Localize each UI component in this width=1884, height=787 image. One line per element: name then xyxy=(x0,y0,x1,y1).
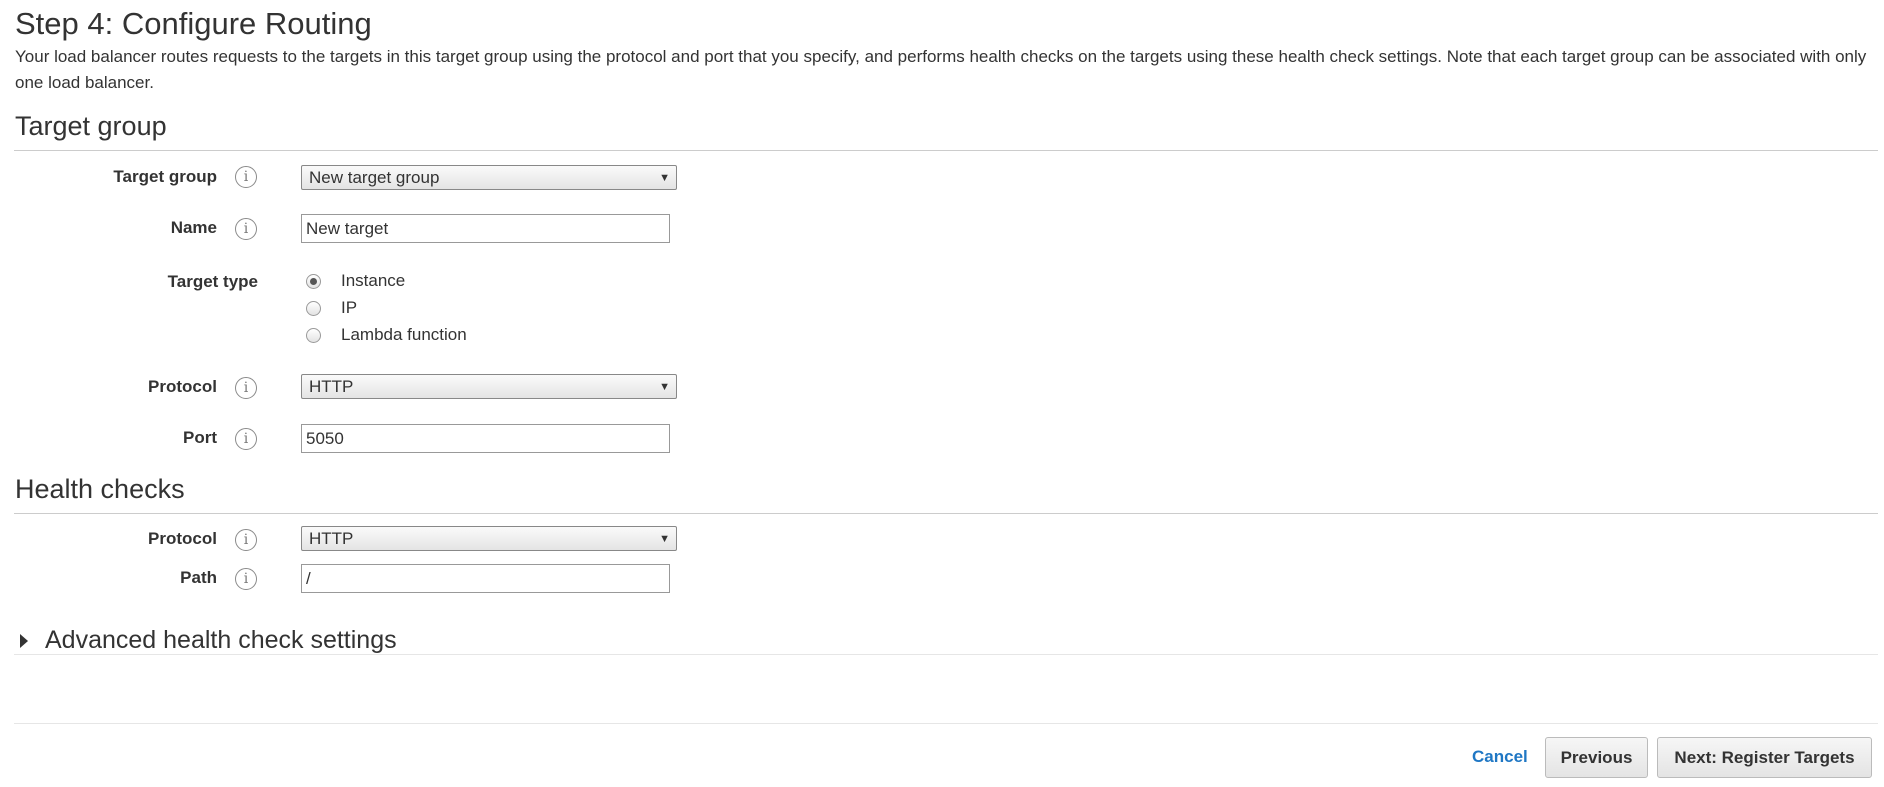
page-description: Your load balancer routes requests to th… xyxy=(15,47,1867,92)
radio-button-ip[interactable] xyxy=(306,300,321,316)
info-icon[interactable]: i xyxy=(235,166,257,188)
target-type-label: Target type xyxy=(167,272,258,291)
advanced-health-check-label: Advanced health check settings xyxy=(45,626,397,654)
target-type-option-ip[interactable]: IP xyxy=(306,298,357,318)
footer-divider xyxy=(14,723,1878,724)
cancel-button[interactable]: Cancel xyxy=(1472,747,1528,767)
chevron-down-icon: ▼ xyxy=(659,172,670,184)
health-protocol-select[interactable]: HTTP ▼ xyxy=(301,526,677,551)
target-type-option-lambda[interactable]: Lambda function xyxy=(306,325,467,345)
advanced-divider xyxy=(14,654,1878,655)
health-protocol-label: Protocol xyxy=(148,529,217,548)
target-group-label: Target group xyxy=(113,167,217,186)
previous-button[interactable]: Previous xyxy=(1545,737,1648,778)
target-group-select-value: New target group xyxy=(309,168,440,187)
target-type-option-instance[interactable]: Instance xyxy=(306,271,405,291)
triangle-right-icon xyxy=(20,633,28,648)
info-icon[interactable]: i xyxy=(235,568,257,590)
section-divider xyxy=(14,150,1878,151)
next-register-targets-button[interactable]: Next: Register Targets xyxy=(1657,737,1872,778)
info-icon[interactable]: i xyxy=(235,529,257,551)
name-input[interactable] xyxy=(301,214,670,243)
health-path-input[interactable] xyxy=(301,564,670,593)
chevron-down-icon: ▼ xyxy=(659,533,670,545)
radio-label-instance: Instance xyxy=(341,271,406,290)
info-icon[interactable]: i xyxy=(235,377,257,399)
port-label: Port xyxy=(183,428,217,447)
name-label: Name xyxy=(170,218,217,237)
advanced-health-check-toggle[interactable]: Advanced health check settings xyxy=(20,626,397,655)
port-input[interactable] xyxy=(301,424,670,453)
section-title-target-group: Target group xyxy=(15,111,167,141)
protocol-select[interactable]: HTTP ▼ xyxy=(301,374,677,399)
radio-label-lambda: Lambda function xyxy=(341,325,467,344)
health-path-label: Path xyxy=(180,568,217,587)
section-title-health-checks: Health checks xyxy=(15,474,185,504)
chevron-down-icon: ▼ xyxy=(659,381,670,393)
section-divider xyxy=(14,513,1878,514)
target-group-select[interactable]: New target group ▼ xyxy=(301,165,677,190)
radio-button-instance[interactable] xyxy=(306,273,321,289)
radio-button-lambda[interactable] xyxy=(306,327,321,343)
protocol-label: Protocol xyxy=(148,377,217,396)
health-protocol-select-value: HTTP xyxy=(309,529,354,548)
protocol-select-value: HTTP xyxy=(309,377,354,396)
radio-label-ip: IP xyxy=(341,298,358,317)
page-title: Step 4: Configure Routing xyxy=(15,6,372,41)
info-icon[interactable]: i xyxy=(235,428,257,450)
info-icon[interactable]: i xyxy=(235,218,257,240)
